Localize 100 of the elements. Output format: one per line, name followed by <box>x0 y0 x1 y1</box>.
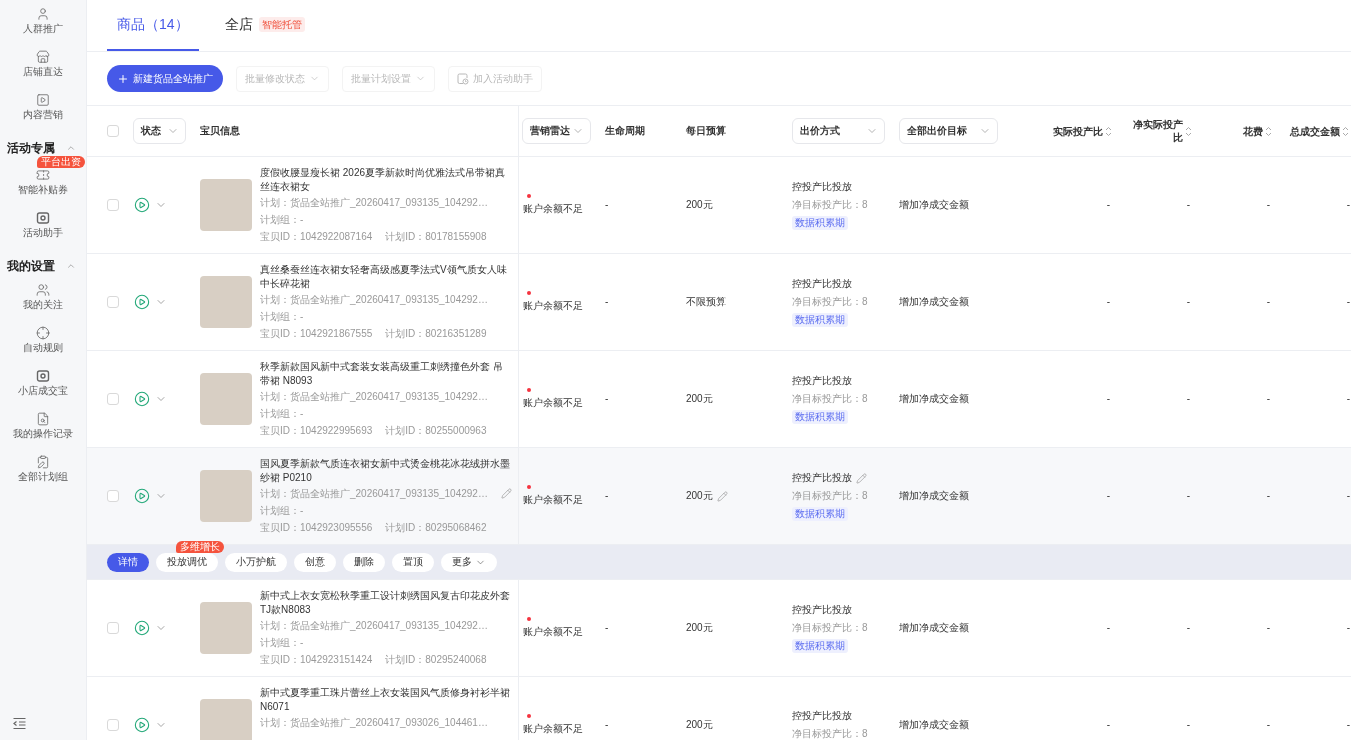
target-roi: 净目标投产比：8 <box>792 295 868 309</box>
sidebar-item[interactable]: 人群推广 <box>0 7 86 36</box>
more-menu-button[interactable]: 更多 <box>441 552 497 572</box>
action-button[interactable]: 投放调优 <box>156 552 218 572</box>
column-filter[interactable]: 全部出价目标 <box>899 118 998 144</box>
sortable-column-header[interactable]: 实际投产比 <box>1053 124 1112 138</box>
ticket-icon <box>36 168 50 182</box>
status-toggle[interactable] <box>133 488 167 504</box>
budget-value: 200元 <box>686 489 713 503</box>
row-checkbox[interactable] <box>107 296 119 308</box>
metric-value: - <box>1106 295 1110 309</box>
status-toggle[interactable] <box>133 620 167 636</box>
metric-value: - <box>1106 718 1110 732</box>
bid-goal: 增加净成交金额 <box>899 198 969 212</box>
sidebar-item[interactable]: 店铺直达 <box>0 50 86 79</box>
bid-method: 控投产比投放 <box>792 603 852 617</box>
status-text: 账户余额不足 <box>523 396 583 410</box>
crosshair-icon <box>36 326 50 340</box>
sortable-column-header[interactable]: 花费 <box>1243 124 1272 138</box>
column-filter[interactable]: 出价方式 <box>792 118 885 144</box>
metric-value: - <box>1346 198 1350 212</box>
create-button[interactable]: 新建货品全站推广 <box>107 65 223 92</box>
phase-tag: 数据积累期 <box>792 410 848 424</box>
feature-badge: 智能托管 <box>258 17 305 32</box>
status-toggle[interactable] <box>133 717 167 733</box>
bid-goal: 增加净成交金额 <box>899 489 969 503</box>
bid-goal: 增加净成交金额 <box>899 621 969 635</box>
edit-icon[interactable] <box>856 472 867 484</box>
plan-group: 计划组：- <box>260 211 304 228</box>
sort-icon <box>1342 125 1349 137</box>
metric-value: - <box>1266 392 1270 406</box>
plan-id: 计划ID：80178155908 <box>385 230 487 244</box>
lifecycle-value: - <box>605 621 609 635</box>
action-button[interactable]: 详情 <box>107 552 149 572</box>
row-checkbox[interactable] <box>107 393 119 405</box>
tab[interactable]: 全店 智能托管 <box>214 0 315 51</box>
row-checkbox[interactable] <box>107 719 119 731</box>
metric-value: - <box>1106 489 1110 503</box>
sidebar-item[interactable]: 全部计划组 <box>0 455 86 484</box>
status-toggle[interactable] <box>133 294 167 310</box>
column-filter[interactable]: 营销雷达 <box>522 118 591 144</box>
sort-icon <box>1185 125 1192 137</box>
sidebar-item[interactable]: 活动助手 <box>0 211 86 240</box>
status-text: 账户余额不足 <box>523 493 583 507</box>
metric-value: - <box>1266 489 1270 503</box>
plan-group: 计划组：- <box>260 502 304 519</box>
edit-icon[interactable] <box>501 488 512 499</box>
sidebar-item[interactable]: 自动规则 <box>0 326 86 355</box>
play-circle-icon <box>134 488 150 504</box>
row-checkbox[interactable] <box>107 622 119 634</box>
status-dot-icon <box>527 388 531 392</box>
row-checkbox[interactable] <box>107 199 119 211</box>
plan-name: 计划：货品全站推广_20260417_093135_104292… <box>260 390 488 404</box>
sidebar-section-header[interactable]: 我的设置 <box>0 258 86 274</box>
status-text: 账户余额不足 <box>523 625 583 639</box>
metric-value: - <box>1106 621 1110 635</box>
sidebar-item[interactable]: 我的关注 <box>0 283 86 312</box>
lifecycle-value: - <box>605 489 609 503</box>
edit-icon[interactable] <box>716 490 728 502</box>
square-clock-icon <box>457 72 469 85</box>
photo-placeholder <box>200 470 252 522</box>
select-all-checkbox[interactable] <box>107 125 119 137</box>
status-toggle[interactable] <box>133 197 167 213</box>
plan-id: 计划ID：80216351289 <box>385 327 487 341</box>
action-button[interactable]: 小万护航 <box>225 552 287 572</box>
target-roi: 净目标投产比：8 <box>792 489 868 503</box>
sortable-column-header[interactable]: 净实际投产比 <box>1132 118 1192 144</box>
metric-value: - <box>1186 489 1190 503</box>
action-button[interactable]: 删除 <box>343 552 385 572</box>
item-id: 宝贝ID：1042922087164 <box>260 230 373 244</box>
column-filter[interactable]: 状态 <box>133 118 186 144</box>
product-title: 国风夏季新款气质连衣裙女新中式烫金桃花冰花绒拼水墨纱裙 P0210 <box>260 457 511 485</box>
collapse-sidebar-button[interactable] <box>12 716 27 731</box>
sidebar-item[interactable]: 内容营销 <box>0 93 86 122</box>
phase-tag: 数据积累期 <box>792 639 848 653</box>
bid-method: 控投产比投放 <box>792 180 852 194</box>
tab[interactable]: 商品（14） <box>107 0 199 51</box>
status-toggle[interactable] <box>133 391 167 407</box>
plan-group: 计划组：- <box>260 634 304 651</box>
metric-value: - <box>1346 621 1350 635</box>
metric-value: - <box>1346 489 1350 503</box>
plan-group: 计划组：- <box>260 405 304 422</box>
sidebar-item[interactable]: 小店成交宝 <box>0 369 86 398</box>
plan-name: 计划：货品全站推广_20260417_093135_104292… <box>260 619 488 633</box>
metric-value: - <box>1266 295 1270 309</box>
sortable-column-header[interactable]: 总成交金额 <box>1290 124 1349 138</box>
collapse-menu-icon <box>12 716 27 731</box>
sidebar-item[interactable]: 我的操作记录 <box>0 412 86 441</box>
row-checkbox[interactable] <box>107 490 119 502</box>
metric-value: - <box>1346 392 1350 406</box>
sidebar-section-header[interactable]: 活动专属 <box>0 140 86 156</box>
action-button[interactable]: 创意 <box>294 552 336 572</box>
status-dot-icon <box>527 291 531 295</box>
budget-value: 200元 <box>686 718 713 732</box>
status-dot-icon <box>527 617 531 621</box>
product-title: 真丝桑蚕丝连衣裙女轻奢高级感夏季法式V领气质女人味中长碎花裙 <box>260 263 508 291</box>
action-button[interactable]: 置顶 <box>392 552 434 572</box>
sidebar-item[interactable]: 智能补贴券 <box>0 168 86 197</box>
plus-icon <box>117 72 129 85</box>
photo-placeholder <box>200 179 252 231</box>
